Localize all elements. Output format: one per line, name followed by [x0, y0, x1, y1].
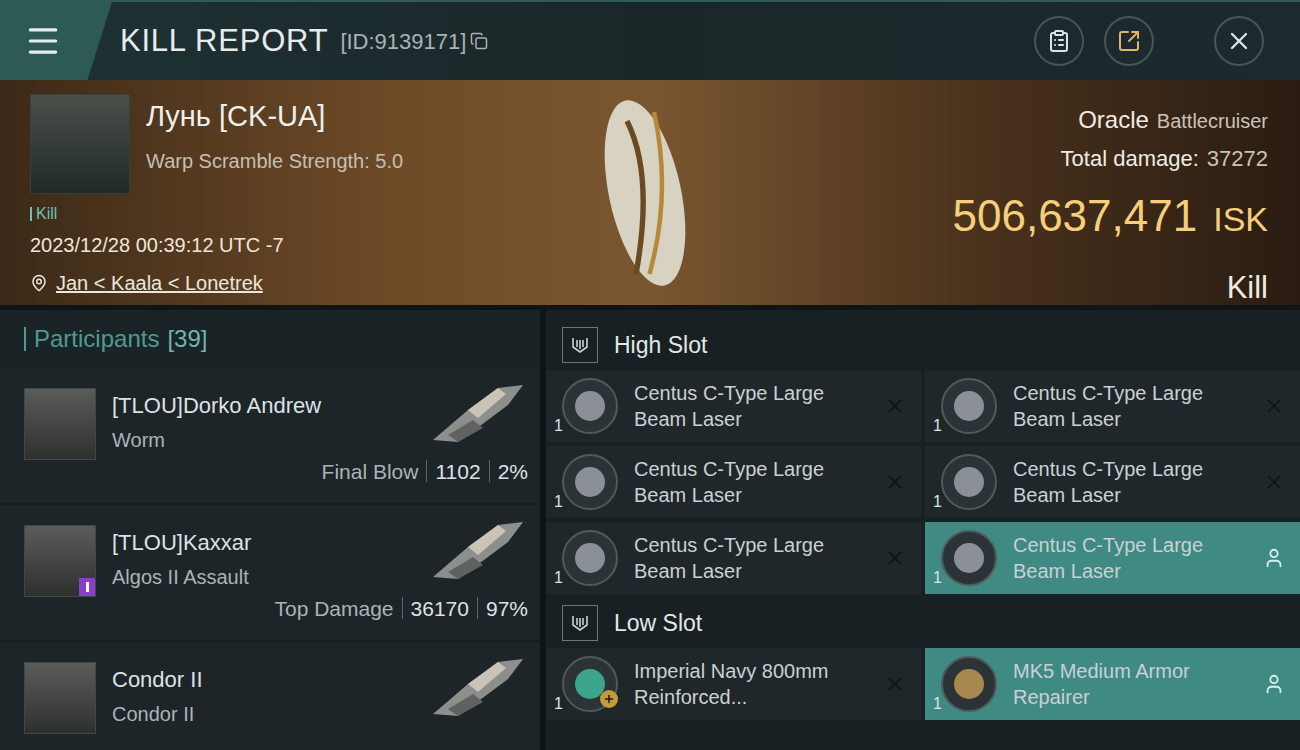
participant-stats: Final Blow11022%	[322, 456, 528, 488]
item-name: Centus C-Type Large Beam Laser	[1013, 452, 1244, 512]
participant-ship: Algos II Assault	[112, 565, 251, 590]
participant-avatar	[24, 388, 96, 460]
ship-icon	[428, 517, 528, 587]
item-quantity: 1	[554, 566, 563, 590]
slot-icon	[562, 327, 598, 363]
participant-name: Condor II	[112, 666, 203, 694]
ship-type: OracleBattlecruiser	[1078, 102, 1268, 138]
slot-item[interactable]: 1 Centus C-Type Large Beam Laser	[925, 446, 1300, 518]
badge-icon	[79, 578, 95, 596]
warp-scramble: Warp Scramble Strength: 5.0	[146, 146, 403, 176]
total-damage: Total damage:37272	[1061, 142, 1268, 175]
participant-avatar	[24, 525, 96, 597]
participant-ship: Worm	[112, 428, 321, 453]
clipboard-icon	[1047, 29, 1071, 53]
item-name: Centus C-Type Large Beam Laser	[1013, 376, 1244, 436]
fitting-panel: High Slot 1 Centus C-Type Large Beam Laser…	[546, 310, 1300, 750]
destroyed-icon	[884, 547, 906, 569]
item-quantity: 1	[933, 490, 942, 514]
slot-section: Low Slot 1 Imperial Navy 800mm Reinforced.…	[546, 598, 1300, 724]
pin-icon	[30, 274, 48, 292]
item-name: MK5 Medium Armor Repairer	[1013, 654, 1244, 714]
ship-value: 506,637,471ISK	[953, 183, 1269, 249]
menu-icon	[24, 22, 62, 60]
destroyed-icon	[1263, 395, 1285, 417]
slot-title: Low Slot	[614, 606, 702, 641]
module-icon	[562, 378, 618, 434]
item-name: Centus C-Type Large Beam Laser	[1013, 528, 1244, 588]
item-name: Centus C-Type Large Beam Laser	[634, 452, 865, 512]
top-bar: KILL REPORT [ID:9139171]	[0, 0, 1300, 80]
slot-item[interactable]: 1 Centus C-Type Large Beam Laser	[925, 370, 1300, 442]
victim-portrait	[30, 94, 130, 194]
slot-item[interactable]: 1 MK5 Medium Armor Repairer	[925, 648, 1300, 720]
item-name: Centus C-Type Large Beam Laser	[634, 376, 865, 436]
participant-stats: Top Damage3617097%	[274, 593, 528, 625]
participant-name: [TLOU]Dorko Andrew	[112, 392, 321, 420]
share-button[interactable]	[1104, 16, 1154, 66]
report-id: [ID:9139171]	[340, 25, 488, 58]
module-icon	[562, 530, 618, 586]
item-quantity: 1	[554, 490, 563, 514]
participants-panel: Participants[39] [TLOU]Dorko Andrew WormFi…	[0, 310, 540, 750]
destroyed-icon	[884, 673, 906, 695]
slot-item[interactable]: 1 Centus C-Type Large Beam Laser	[546, 446, 921, 518]
participant-row[interactable]: [TLOU]Kaxxar Algos II Assault Top Damage36…	[0, 505, 540, 640]
item-name: Imperial Navy 800mm Reinforced...	[634, 654, 865, 714]
menu-button[interactable]	[0, 2, 112, 80]
participant-ship: Condor II	[112, 702, 203, 727]
participant-row[interactable]: [TLOU]Dorko Andrew WormFinal Blow11022%	[0, 368, 540, 503]
slot-item[interactable]: 1 Imperial Navy 800mm Reinforced...	[546, 648, 921, 720]
plus-icon	[600, 690, 618, 708]
slot-icon	[562, 605, 598, 641]
slot-item[interactable]: 1 Centus C-Type Large Beam Laser	[546, 370, 921, 442]
victim-header: Лунь [CK-UA] Warp Scramble Strength: 5.0 K…	[0, 80, 1300, 305]
slot-item[interactable]: 1 Centus C-Type Large Beam Laser	[925, 522, 1300, 594]
destroyed-icon	[884, 471, 906, 493]
close-icon	[1225, 27, 1253, 55]
share-icon	[1117, 29, 1141, 53]
dropped-icon	[1263, 673, 1285, 695]
ship-icon	[428, 380, 528, 450]
notes-button[interactable]	[1034, 16, 1084, 66]
ship-icon	[428, 654, 528, 724]
module-icon	[562, 454, 618, 510]
victim-ship-icon	[600, 88, 690, 298]
module-icon	[941, 378, 997, 434]
dropped-icon	[1263, 547, 1285, 569]
participants-header: Participants[39]	[0, 310, 540, 368]
participant-row[interactable]: Condor II Condor II	[0, 642, 540, 750]
item-quantity: 1	[554, 414, 563, 438]
item-name: Centus C-Type Large Beam Laser	[634, 528, 865, 588]
slot-item[interactable]: 1 Centus C-Type Large Beam Laser	[546, 522, 921, 594]
module-icon	[941, 530, 997, 586]
item-quantity: 1	[933, 692, 942, 716]
participant-name: [TLOU]Kaxxar	[112, 529, 251, 557]
module-icon	[941, 656, 997, 712]
item-quantity: 1	[933, 414, 942, 438]
report-title: KILL REPORT	[120, 18, 328, 65]
kill-time: 2023/12/28 00:39:12 UTC -7	[30, 230, 560, 260]
participant-avatar	[24, 662, 96, 734]
location-link[interactable]: Jan < Kaala < Lonetrek	[30, 268, 560, 298]
module-icon	[941, 454, 997, 510]
destroyed-icon	[884, 395, 906, 417]
slot-section: High Slot 1 Centus C-Type Large Beam Laser…	[546, 320, 1300, 598]
item-quantity: 1	[554, 692, 563, 716]
victim-name: Лунь [CK-UA]	[146, 98, 403, 134]
slot-title: High Slot	[614, 328, 707, 363]
close-button[interactable]	[1214, 16, 1264, 66]
destroyed-icon	[1263, 471, 1285, 493]
kill-report: KILL REPORT [ID:9139171] Лунь [CK-UA] Warp …	[0, 0, 1300, 750]
kill-tag: Kill	[30, 202, 560, 226]
item-quantity: 1	[933, 566, 942, 590]
copy-icon[interactable]	[470, 32, 488, 50]
